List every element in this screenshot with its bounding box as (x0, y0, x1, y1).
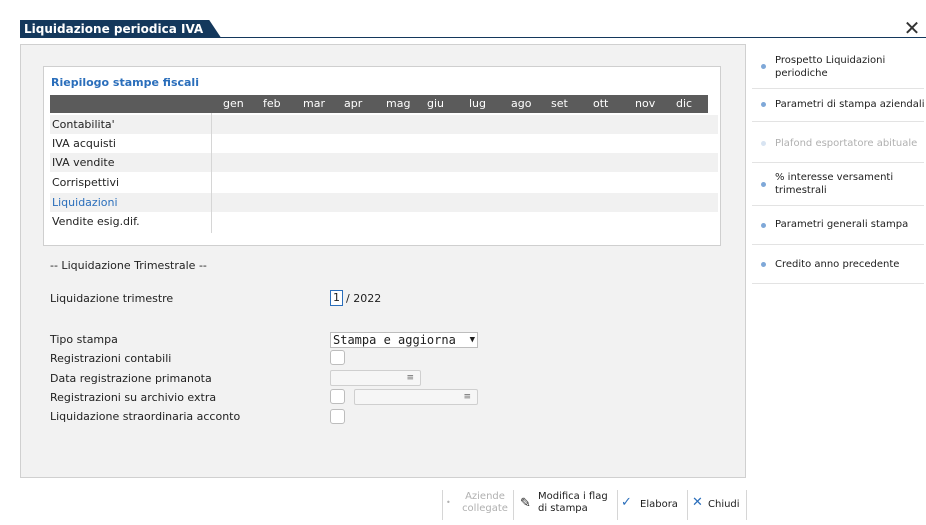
summary-title: Riepilogo stampe fiscali (51, 76, 199, 89)
chiudi-label: Chiudi (708, 499, 740, 510)
registrazioni-extra-label: Registrazioni su archivio extra (50, 391, 217, 404)
trimestre-input[interactable]: 1 (330, 290, 343, 306)
months-header: gen feb mar apr mag giu lug ago set ott … (50, 95, 708, 113)
toolbar-divider (746, 490, 747, 520)
side-item-label: Parametri di stampa aziendali (775, 99, 925, 110)
toolbar-divider (513, 490, 514, 520)
bottom-toolbar (20, 480, 746, 524)
bullet-icon: • (446, 498, 451, 507)
registrazioni-contabili-checkbox[interactable] (330, 350, 345, 365)
month-mar: mar (303, 97, 325, 110)
month-set: set (551, 97, 568, 110)
trimestre-year: / 2022 (346, 292, 382, 305)
side-item-label: Credito anno precedente (775, 259, 900, 270)
close-icon: ✕ (692, 495, 703, 510)
registrazioni-extra-field[interactable]: ≡ (354, 389, 478, 405)
grid-row[interactable]: IVA acquisti (50, 134, 718, 153)
data-registrazione-label: Data registrazione primanota (50, 372, 212, 385)
side-item-parametri-generali[interactable]: Parametri generali stampa (752, 206, 924, 245)
grid-row[interactable]: Corrispettivi (50, 173, 718, 192)
toolbar-divider (442, 490, 443, 520)
field-menu-icon: ≡ (463, 392, 471, 402)
straordinaria-label: Liquidazione straordinaria acconto (50, 410, 241, 423)
trimestre-label: Liquidazione trimestre (50, 292, 174, 305)
side-item-label: % interesse versamenti trimestrali (775, 172, 894, 196)
month-giu: giu (427, 97, 445, 110)
side-item-parametri-aziendali[interactable]: Parametri di stampa aziendali (752, 89, 924, 122)
side-item-prospetto[interactable]: Prospetto Liquidazioni periodiche (752, 44, 924, 89)
month-dic: dic (676, 97, 693, 110)
paperclip-icon: ✎ (520, 496, 531, 511)
elabora-label: Elabora (640, 499, 678, 510)
check-icon: ✓ (621, 495, 632, 510)
row-label-vendite-esig-dif: Vendite esig.dif. (52, 215, 140, 228)
row-label-corrispettivi: Corrispettivi (52, 176, 120, 189)
row-label-iva-acquisti: IVA acquisti (52, 137, 116, 150)
month-lug: lug (469, 97, 487, 110)
grid-column-divider (211, 113, 212, 233)
straordinaria-checkbox[interactable] (330, 409, 345, 424)
row-label-iva-vendite: IVA vendite (52, 156, 115, 169)
bullet-icon (761, 141, 766, 146)
grid-row[interactable]: Vendite esig.dif. (50, 212, 718, 231)
chevron-down-icon: ▼ (469, 335, 475, 345)
tipo-stampa-select[interactable]: Stampa e aggiorna ▼ (330, 332, 478, 348)
field-menu-icon: ≡ (406, 373, 414, 383)
month-apr: apr (344, 97, 363, 110)
row-label-contabilita: Contabilita' (52, 118, 115, 131)
side-item-label: Plafond esportatore abituale (775, 138, 918, 149)
month-nov: nov (635, 97, 656, 110)
month-ott: ott (593, 97, 609, 110)
side-item-label: Parametri generali stampa (775, 219, 909, 230)
toolbar-divider (687, 490, 688, 520)
modifica-flag-label: Modifica i flag di stampa (538, 491, 608, 514)
row-label-liquidazioni: Liquidazioni (52, 196, 118, 209)
side-item-plafond[interactable]: Plafond esportatore abituale (752, 122, 924, 163)
data-registrazione-field[interactable]: ≡ (330, 370, 421, 386)
side-item-interesse[interactable]: % interesse versamenti trimestrali (752, 163, 924, 206)
close-icon[interactable]: ✕ (902, 18, 922, 38)
bullet-icon (761, 64, 766, 69)
grid-row[interactable]: Liquidazioni (50, 193, 718, 212)
side-item-label: Prospetto Liquidazioni periodiche (775, 55, 886, 79)
title-rule (20, 37, 926, 38)
window-title: Liquidazione periodica IVA (20, 20, 221, 38)
grid-row[interactable]: IVA vendite (50, 153, 718, 172)
month-gen: gen (223, 97, 244, 110)
section-title: -- Liquidazione Trimestrale -- (50, 259, 207, 272)
bullet-icon (761, 182, 766, 187)
tipo-stampa-label: Tipo stampa (50, 333, 118, 346)
registrazioni-contabili-label: Registrazioni contabili (50, 352, 172, 365)
tipo-stampa-value: Stampa e aggiorna (333, 333, 456, 347)
bullet-icon (761, 102, 766, 107)
toolbar-divider (617, 490, 618, 520)
bullet-icon (761, 223, 766, 228)
bullet-icon (761, 262, 766, 267)
month-mag: mag (386, 97, 411, 110)
grid-row[interactable]: Contabilita' (50, 115, 718, 134)
registrazioni-extra-checkbox[interactable] (330, 389, 345, 404)
aziende-collegate-label: Aziende collegate (462, 491, 508, 514)
side-item-credito[interactable]: Credito anno precedente (752, 245, 924, 284)
month-feb: feb (263, 97, 281, 110)
month-ago: ago (511, 97, 532, 110)
